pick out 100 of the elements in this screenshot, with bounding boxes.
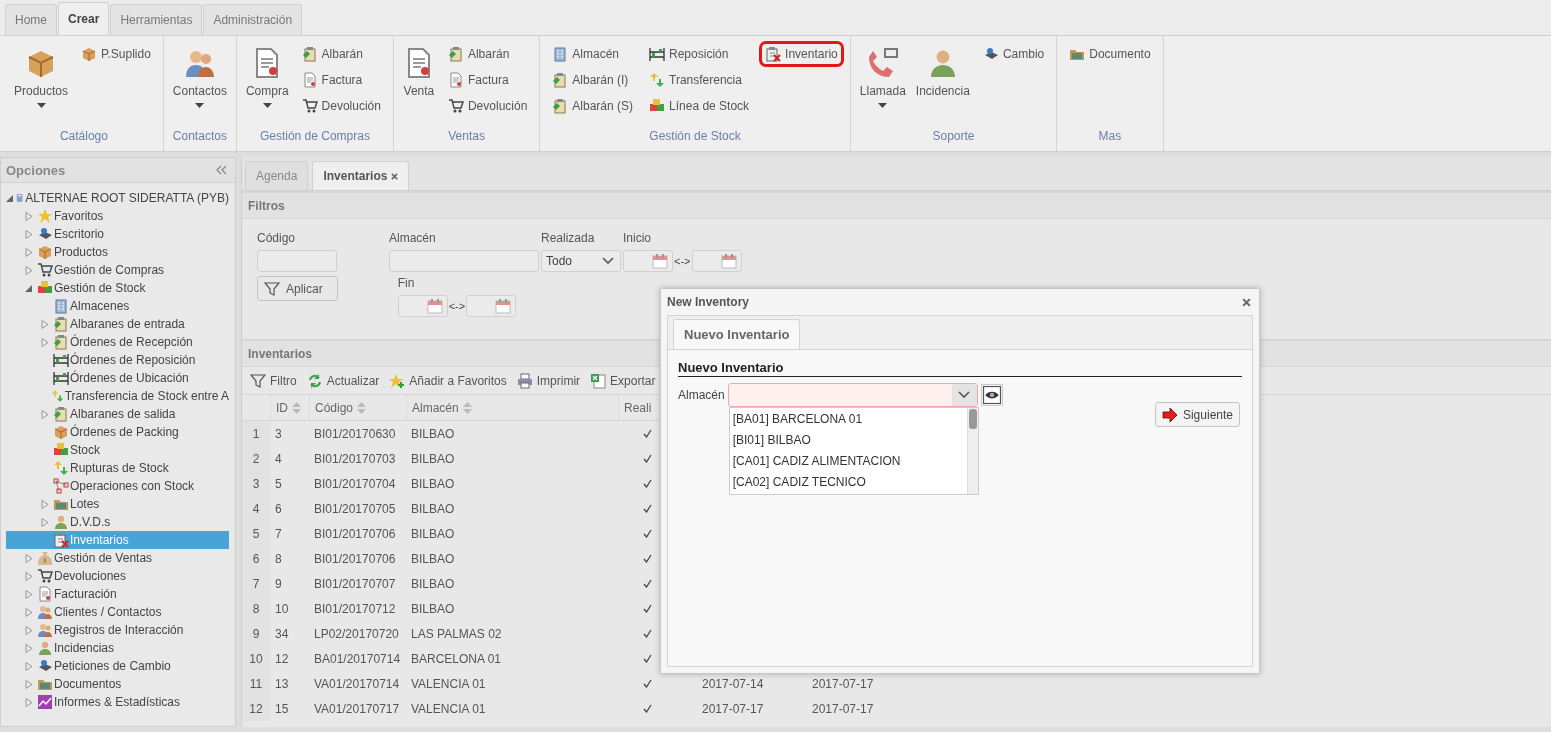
tree-item[interactable]: Escritorio (6, 225, 229, 243)
expand-triangle-icon[interactable] (25, 571, 33, 581)
ribbon-button[interactable]: Albarán (S) (546, 93, 640, 119)
tree-item[interactable]: Lotes (6, 495, 229, 513)
tab[interactable]: Inventarios (312, 161, 410, 190)
date-field[interactable] (397, 295, 448, 317)
close-icon[interactable] (391, 172, 399, 180)
select-field[interactable]: Todo (541, 250, 621, 272)
tree-item[interactable]: D.V.D.s (6, 513, 229, 531)
expand-triangle-icon[interactable] (25, 247, 33, 257)
ribbon-button[interactable]: Factura (295, 67, 387, 93)
view-button[interactable] (980, 384, 1003, 406)
ribbon-button[interactable]: Inventario (759, 41, 844, 67)
dropdown-option[interactable]: [CA02] CADIZ TECNICO (729, 471, 967, 492)
ribbon-button[interactable]: Compra (242, 44, 292, 111)
tree-item[interactable]: Productos (6, 243, 229, 261)
close-icon[interactable] (1242, 297, 1251, 307)
input-field[interactable] (257, 250, 337, 272)
tree-item[interactable]: Documentos (6, 675, 229, 693)
tree-item[interactable]: Órdenes de Ubicación (6, 369, 229, 387)
ribbon-button[interactable]: Albarán (441, 41, 534, 67)
input-field[interactable] (389, 250, 539, 272)
expand-triangle-icon[interactable] (25, 661, 33, 671)
calendar-icon[interactable] (720, 253, 737, 269)
expand-triangle-icon[interactable] (25, 553, 33, 563)
expand-triangle-icon[interactable] (41, 499, 49, 509)
ribbon-button[interactable]: Cambio (976, 41, 1051, 67)
collapse-triangle-icon[interactable] (25, 283, 33, 293)
ribbon-tab[interactable]: Administración (203, 4, 303, 35)
ribbon-tab[interactable]: Herramientas (110, 4, 203, 35)
collapse-triangle-icon[interactable] (6, 193, 14, 203)
ribbon-button[interactable]: Albarán (I) (546, 67, 640, 93)
tab[interactable]: Nuevo Inventario (673, 319, 801, 349)
expand-triangle-icon[interactable] (25, 211, 33, 221)
date-field[interactable] (466, 295, 517, 317)
calendar-icon[interactable] (495, 298, 512, 314)
ribbon-button[interactable]: Línea de Stock (643, 93, 756, 119)
ribbon-button[interactable]: Incidencia (912, 44, 973, 101)
expand-triangle-icon[interactable] (41, 517, 49, 527)
toolbar-button[interactable]: Exportar (590, 372, 656, 389)
expand-triangle-icon[interactable] (41, 409, 49, 419)
toolbar-button[interactable]: Actualizar (306, 372, 380, 389)
column-header[interactable]: Almacén (406, 395, 618, 421)
tree-item[interactable]: Almacenes (6, 297, 229, 315)
ribbon-button[interactable]: Almacén (546, 41, 640, 67)
expand-triangle-icon[interactable] (25, 229, 33, 239)
tree-item[interactable]: Gestión de Ventas (6, 549, 229, 567)
tree-item[interactable]: Albaranes de entrada (6, 315, 229, 333)
ribbon-button[interactable]: Albarán (295, 41, 387, 67)
ribbon-button[interactable]: Contactos (169, 44, 230, 111)
ribbon-button[interactable]: Reposición (643, 41, 756, 67)
tree-item[interactable]: ALTERNAE ROOT SIDERATTA (PYB) (6, 189, 229, 207)
ribbon-button[interactable]: Productos (11, 44, 72, 111)
apply-button[interactable]: Aplicar (257, 276, 338, 301)
column-header[interactable]: Código (309, 395, 406, 421)
toolbar-button[interactable]: Añadir a Favoritos (389, 372, 507, 389)
expand-triangle-icon[interactable] (25, 643, 33, 653)
tree-item[interactable]: Gestión de Stock (6, 279, 229, 297)
tree-item[interactable]: Registros de Interacción (6, 621, 229, 639)
tree-item[interactable]: Órdenes de Reposición (6, 351, 229, 369)
expand-triangle-icon[interactable] (25, 697, 33, 707)
tree-item[interactable]: Facturación (6, 585, 229, 603)
ribbon-button[interactable]: Transferencia (643, 67, 756, 93)
tree-item[interactable]: Gestión de Compras (6, 261, 229, 279)
toolbar-button[interactable]: Imprimir (516, 372, 581, 389)
tree-item[interactable]: Órdenes de Packing (6, 423, 229, 441)
tree-item[interactable]: Órdenes de Recepción (6, 333, 229, 351)
dropdown-option[interactable]: [BI01] BILBAO (729, 429, 967, 450)
expand-triangle-icon[interactable] (25, 679, 33, 689)
tree-item[interactable]: Devoluciones (6, 567, 229, 585)
expand-triangle-icon[interactable] (41, 337, 49, 347)
scrollbar-thumb[interactable] (968, 409, 977, 429)
tree-item[interactable]: Stock (6, 441, 229, 459)
dropdown-option[interactable]: [CA01] CADIZ ALIMENTACION (729, 450, 967, 471)
ribbon-tab[interactable]: Home (5, 4, 57, 35)
ribbon-button[interactable]: Venta (399, 44, 438, 101)
tree-item[interactable]: Rupturas de Stock (6, 459, 229, 477)
expand-triangle-icon[interactable] (41, 319, 49, 329)
next-button[interactable]: Siguiente (1154, 402, 1240, 427)
tree-item[interactable]: Transferencia de Stock entre A (6, 387, 229, 405)
ribbon-button[interactable]: P.Suplido (75, 41, 157, 67)
ribbon-button[interactable]: Documento (1063, 41, 1157, 67)
tree-item[interactable]: Informes & Estadísticas (6, 693, 229, 711)
tree-item[interactable]: Peticiones de Cambio (6, 657, 229, 675)
expand-triangle-icon[interactable] (25, 625, 33, 635)
tree-item[interactable]: Incidencias (6, 639, 229, 657)
calendar-icon[interactable] (652, 253, 668, 269)
ribbon-button[interactable]: Devolución (441, 93, 534, 119)
tree-item[interactable]: Clientes / Contactos (6, 603, 229, 621)
collapse-icon[interactable] (216, 165, 227, 175)
date-field[interactable] (623, 250, 673, 272)
expand-triangle-icon[interactable] (25, 607, 33, 617)
column-header[interactable]: ID (270, 395, 309, 421)
ribbon-button[interactable]: Devolución (295, 93, 387, 119)
toolbar-button[interactable]: Filtro (250, 372, 297, 389)
ribbon-tab[interactable]: Crear (58, 2, 110, 35)
ribbon-button[interactable]: Llamada (856, 44, 909, 111)
tree-item[interactable]: Operaciones con Stock (6, 477, 229, 495)
expand-triangle-icon[interactable] (25, 265, 33, 275)
tree-item[interactable]: Favoritos (6, 207, 229, 225)
